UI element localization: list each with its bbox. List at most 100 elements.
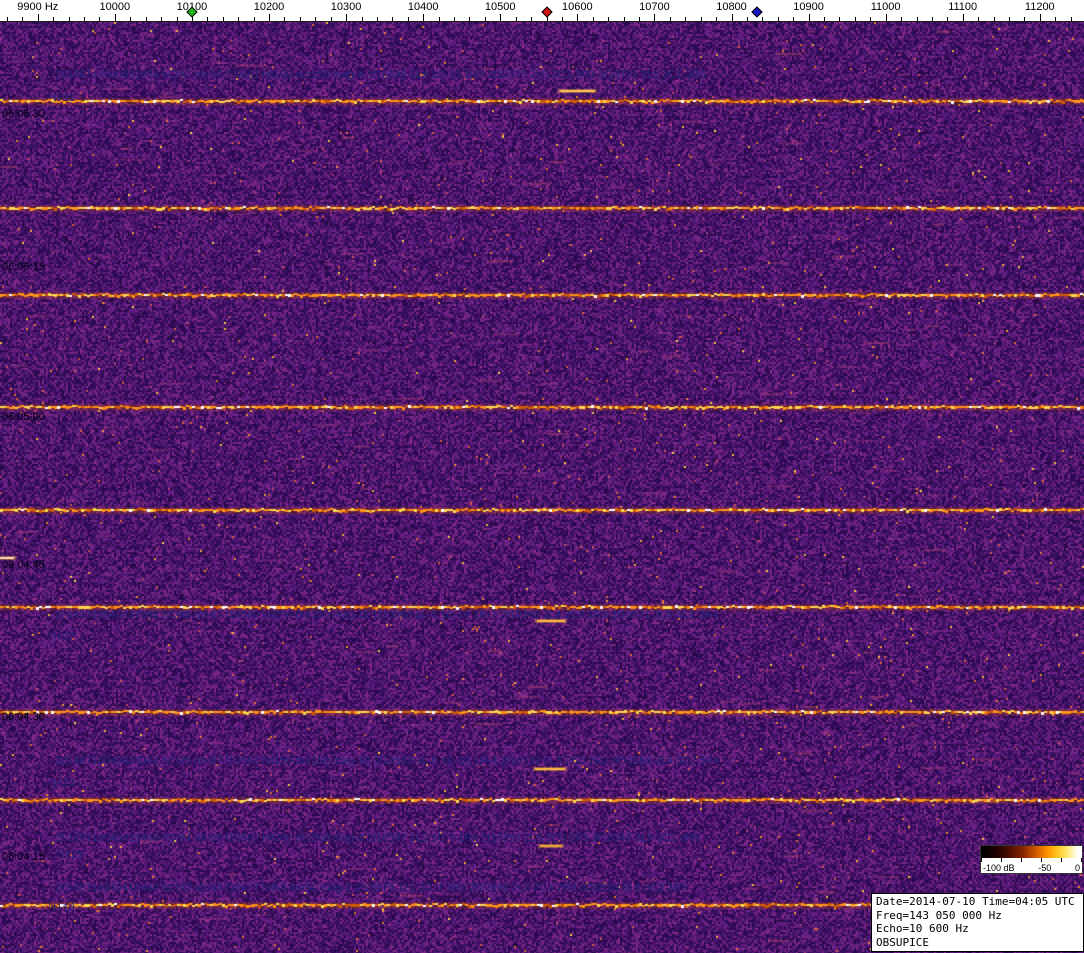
colorbar-mid-label: -50 (1038, 863, 1051, 873)
ruler-minor-tick (901, 17, 902, 21)
ruler-minor-tick (978, 17, 979, 21)
ruler-minor-tick (146, 17, 147, 21)
ruler-minor-tick (1024, 17, 1025, 21)
ruler-minor-tick (747, 17, 748, 21)
meteor-echo-spectrogram-app: 9900 Hz100001010010200103001040010500106… (0, 0, 1084, 953)
ruler-minor-tick (392, 17, 393, 21)
ruler-frequency-label: 10200 (254, 1, 285, 13)
ruler-minor-tick (254, 17, 255, 21)
ruler-minor-tick (855, 17, 856, 21)
ruler-frequency-label: 11000 (871, 1, 901, 13)
time-label: 06:05:00 (2, 411, 45, 423)
meteor-event-duration-tag: ^t+31 (48, 92, 75, 104)
station-info-box: Date=2014-07-10 Time=04:05 UTC Freq=143 … (871, 893, 1084, 952)
red-frequency-marker-icon[interactable] (541, 6, 552, 17)
ruler-frequency-label: 10000 (100, 1, 131, 13)
ruler-major-tick (732, 14, 733, 21)
ruler-minor-tick (223, 17, 224, 21)
ruler-minor-tick (516, 17, 517, 21)
ruler-minor-tick (778, 17, 779, 21)
meteor-event-duration-tag: ^t+37 (48, 631, 75, 643)
ruler-frequency-label: 10400 (408, 1, 439, 13)
ruler-minor-tick (716, 17, 717, 21)
ruler-minor-tick (531, 17, 532, 21)
spectrogram-overlay: -100 dB -50 0 Date=2014-07-10 Time=04:05… (0, 0, 1084, 953)
meteor-event-duration-tag: ^t+15 (56, 849, 83, 861)
ruler-minor-tick (439, 17, 440, 21)
ruler-minor-tick (870, 17, 871, 21)
meteor-event-duration-tag: ^t+10 (48, 902, 75, 914)
ruler-minor-tick (639, 17, 640, 21)
ruler-minor-tick (839, 17, 840, 21)
meteor-event-annotation: 20140710040531664 hCnt7 nb-86 f10601 hit… (55, 69, 706, 81)
ruler-minor-tick (177, 17, 178, 21)
colorbar-min-label: -100 dB (983, 863, 1015, 873)
ruler-frequency-label: 10900 (793, 1, 824, 13)
ruler-frequency-label: 11100 (948, 1, 977, 13)
ruler-major-tick (577, 14, 578, 21)
ruler-minor-tick (1071, 17, 1072, 21)
ruler-minor-tick (593, 17, 594, 21)
time-label: 06:05:30 (2, 108, 45, 120)
ruler-minor-tick (1055, 17, 1056, 21)
ruler-minor-tick (1009, 17, 1010, 21)
ruler-minor-tick (762, 17, 763, 21)
ruler-minor-tick (624, 17, 625, 21)
meteor-event-annotation: 20140710040410460 hCnt3 nb-84 f10577 hit… (55, 882, 687, 894)
ruler-minor-tick (824, 17, 825, 21)
ruler-minor-tick (485, 17, 486, 21)
info-echo-line: Echo=10 600 Hz (876, 922, 1079, 936)
ruler-minor-tick (701, 17, 702, 21)
ruler-minor-tick (994, 17, 995, 21)
ruler-major-tick (809, 14, 810, 21)
ruler-major-tick (38, 14, 39, 21)
time-label: 06:04:15 (2, 851, 45, 863)
meteor-event-duration-tag: ^t+23 (48, 777, 75, 789)
ruler-minor-tick (362, 17, 363, 21)
time-label: 06:04:45 (2, 559, 45, 571)
ruler-minor-tick (207, 17, 208, 21)
ruler-minor-tick (469, 17, 470, 21)
colorbar-gradient[interactable] (981, 846, 1082, 858)
ruler-minor-tick (408, 17, 409, 21)
ruler-major-tick (963, 14, 964, 21)
frequency-ruler[interactable]: 9900 Hz100001010010200103001040010500106… (0, 0, 1084, 22)
ruler-minor-tick (670, 17, 671, 21)
colorbar-labels: -100 dB -50 0 (981, 862, 1082, 873)
meteor-event-annotation: 20140710040437668 hCnt6 nb-87 f10580 hit… (55, 609, 718, 621)
ruler-major-tick (115, 14, 116, 21)
info-station-line: OBSUPICE (876, 936, 1079, 950)
ruler-minor-tick (685, 17, 686, 21)
ruler-frequency-label: 11200 (1025, 1, 1055, 13)
ruler-major-tick (346, 14, 347, 21)
ruler-frequency-label: 10300 (331, 1, 362, 13)
ruler-minor-tick (932, 17, 933, 21)
ruler-minor-tick (22, 17, 23, 21)
ruler-minor-tick (300, 17, 301, 21)
ruler-frequency-label: 10600 (562, 1, 593, 13)
ruler-major-tick (654, 14, 655, 21)
ruler-minor-tick (84, 17, 85, 21)
ruler-frequency-label: 10800 (716, 1, 747, 13)
ruler-minor-tick (99, 17, 100, 21)
ruler-minor-tick (284, 17, 285, 21)
blue-frequency-marker-icon[interactable] (751, 6, 762, 17)
meteor-event-annotation: 20140710040423064 hCnt5 nb-87 f10580 hit… (55, 755, 719, 767)
ruler-minor-tick (7, 17, 8, 21)
ruler-minor-tick (562, 17, 563, 21)
ruler-minor-tick (315, 17, 316, 21)
ruler-minor-tick (454, 17, 455, 21)
ruler-frequency-label: 10500 (485, 1, 516, 13)
ruler-frequency-label: 9900 Hz (17, 1, 58, 13)
ruler-minor-tick (53, 17, 54, 21)
ruler-minor-tick (331, 17, 332, 21)
ruler-minor-tick (917, 17, 918, 21)
ruler-major-tick (500, 14, 501, 21)
ruler-major-tick (1040, 14, 1041, 21)
ruler-minor-tick (608, 17, 609, 21)
ruler-minor-tick (793, 17, 794, 21)
ruler-minor-tick (130, 17, 131, 21)
ruler-major-tick (886, 14, 887, 21)
ruler-minor-tick (377, 17, 378, 21)
ruler-frequency-label: 10700 (639, 1, 670, 13)
